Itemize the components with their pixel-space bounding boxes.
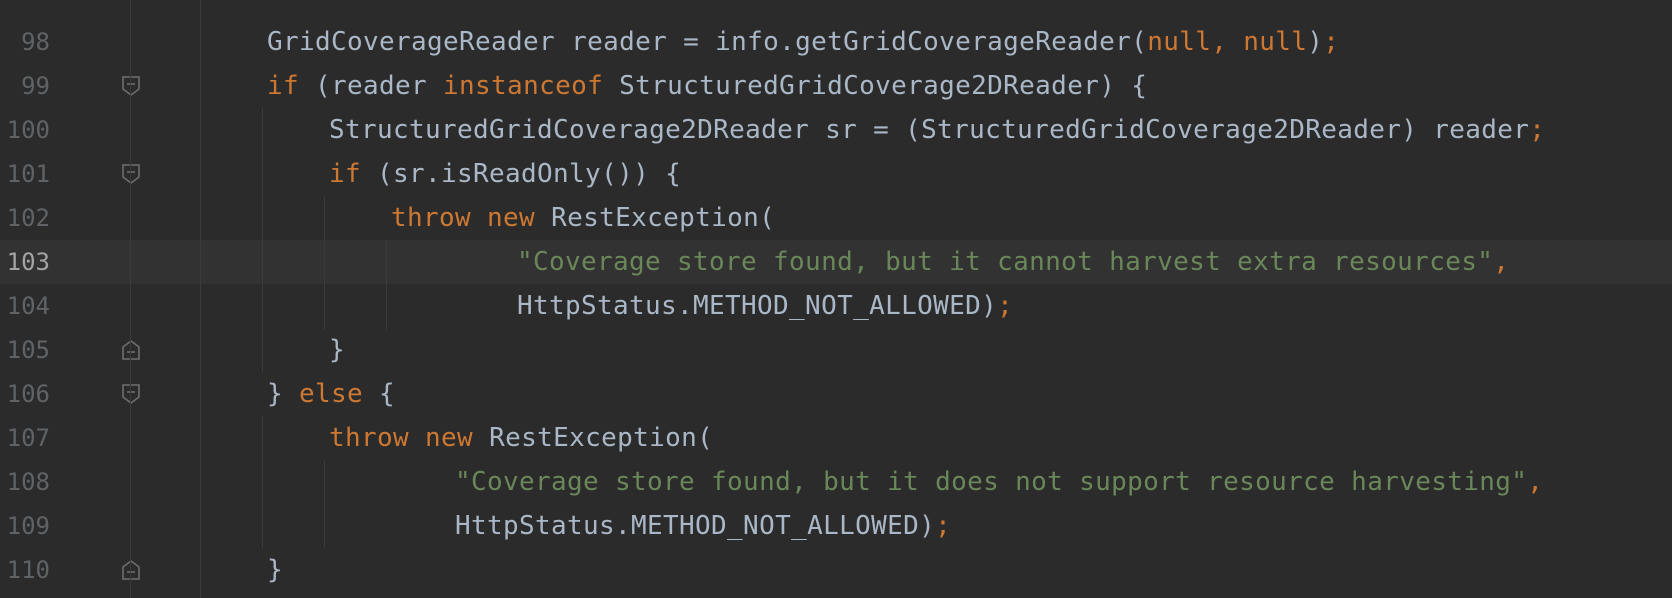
code-token: (sr.isReadOnly()) { xyxy=(361,159,682,189)
code-token: RestException( xyxy=(473,423,714,453)
string-token: "Coverage store found, but it does not s… xyxy=(455,467,1528,497)
keyword-token: ; xyxy=(935,511,952,541)
keyword-token: throw xyxy=(329,423,410,453)
code-token: } xyxy=(267,379,300,409)
code-line[interactable]: 108 "Coverage store found, but it does no… xyxy=(0,460,1672,504)
code-line[interactable]: 110} xyxy=(0,548,1672,592)
keyword-token: ; xyxy=(997,291,1014,321)
code-token: StructuredGridCoverage2DReader sr = (Str… xyxy=(329,115,1530,145)
keyword-token: else xyxy=(299,379,364,409)
code-text[interactable]: throw new RestException( xyxy=(329,416,713,460)
code-line[interactable]: 109 HttpStatus.METHOD_NOT_ALLOWED); xyxy=(0,504,1672,548)
code-line[interactable]: 107 throw new RestException( xyxy=(0,416,1672,460)
code-line[interactable]: 98 GridCoverageReader reader = info.getGr… xyxy=(0,20,1672,64)
code-text[interactable]: HttpStatus.METHOD_NOT_ALLOWED); xyxy=(455,504,951,548)
line-number[interactable]: 106 xyxy=(0,372,50,416)
code-text[interactable]: } xyxy=(329,328,345,372)
keyword-token: if xyxy=(267,71,300,101)
keyword-token: new xyxy=(487,203,536,233)
code-editor[interactable]: 98 GridCoverageReader reader = info.getGr… xyxy=(0,0,1672,598)
code-text[interactable]: } else { xyxy=(267,372,395,416)
code-token: ) xyxy=(1307,27,1324,57)
code-token: GridCoverageReader reader = info.getGrid… xyxy=(267,27,1148,57)
code-text[interactable]: throw new RestException( xyxy=(391,196,775,240)
code-line[interactable]: 100 StructuredGridCoverage2DReader sr = (… xyxy=(0,108,1672,152)
code-text[interactable]: StructuredGridCoverage2DReader sr = (Str… xyxy=(329,108,1545,152)
indent-guide xyxy=(262,108,263,372)
line-number[interactable]: 105 xyxy=(0,328,50,372)
code-text[interactable]: "Coverage store found, but it cannot har… xyxy=(517,240,1509,284)
line-number[interactable]: 104 xyxy=(0,284,50,328)
code-text[interactable]: HttpStatus.METHOD_NOT_ALLOWED); xyxy=(517,284,1013,328)
code-token: RestException( xyxy=(535,203,776,233)
line-number[interactable]: 100 xyxy=(0,108,50,152)
line-number[interactable]: 109 xyxy=(0,504,50,548)
fold-end-icon[interactable] xyxy=(121,559,141,581)
keyword-token: , xyxy=(1211,27,1244,57)
code-line[interactable]: 99 if (reader instanceof StructuredGridCo… xyxy=(0,64,1672,108)
line-number[interactable]: 99 xyxy=(0,64,50,108)
fold-start-icon[interactable] xyxy=(121,383,141,405)
code-text[interactable]: "Coverage store found, but it does not s… xyxy=(455,460,1543,504)
line-number[interactable]: 103 xyxy=(0,240,50,284)
code-token: { xyxy=(363,379,396,409)
line-number[interactable]: 107 xyxy=(0,416,50,460)
code-line[interactable]: 104 HttpStatus.METHOD_NOT_ALLOWED); xyxy=(0,284,1672,328)
indent-guide xyxy=(262,416,263,548)
indent-guide xyxy=(386,240,387,330)
code-token: HttpStatus.METHOD_NOT_ALLOWED) xyxy=(517,291,998,321)
code-token: HttpStatus.METHOD_NOT_ALLOWED) xyxy=(455,511,936,541)
code-token: } xyxy=(267,555,284,585)
line-number[interactable]: 98 xyxy=(0,20,50,64)
keyword-token: if xyxy=(329,159,362,189)
string-token: "Coverage store found, but it cannot har… xyxy=(517,247,1494,277)
keyword-token: , xyxy=(1527,467,1544,497)
keyword-token: null xyxy=(1243,27,1308,57)
fold-end-icon[interactable] xyxy=(121,339,141,361)
fold-start-icon[interactable] xyxy=(121,163,141,185)
line-number[interactable]: 108 xyxy=(0,460,50,504)
keyword-token: throw xyxy=(391,203,472,233)
line-number[interactable]: 102 xyxy=(0,196,50,240)
indent-guide xyxy=(324,460,325,548)
code-text[interactable]: if (sr.isReadOnly()) { xyxy=(329,152,681,196)
code-line[interactable]: 105} xyxy=(0,328,1672,372)
keyword-token: instanceof xyxy=(443,71,604,101)
line-number[interactable]: 110 xyxy=(0,548,50,592)
partial-line-number-97 xyxy=(0,0,60,4)
code-line[interactable]: 101 if (sr.isReadOnly()) { xyxy=(0,152,1672,196)
keyword-token: new xyxy=(425,423,474,453)
fold-gutter-line xyxy=(130,0,131,598)
keyword-token: , xyxy=(1493,247,1510,277)
code-line[interactable]: 106} else { xyxy=(0,372,1672,416)
line-number[interactable]: 101 xyxy=(0,152,50,196)
code-token: } xyxy=(329,335,346,365)
code-token: (reader xyxy=(299,71,444,101)
keyword-token: null xyxy=(1147,27,1212,57)
code-line-current[interactable]: 103 "Coverage store found, but it cannot … xyxy=(0,240,1672,284)
code-line[interactable]: 102 throw new RestException( xyxy=(0,196,1672,240)
code-text[interactable]: if (reader instanceof StructuredGridCove… xyxy=(267,64,1147,108)
code-text[interactable]: GridCoverageReader reader = info.getGrid… xyxy=(267,20,1339,64)
code-token: StructuredGridCoverage2DReader) { xyxy=(603,71,1148,101)
fold-start-icon[interactable] xyxy=(121,75,141,97)
keyword-token: ; xyxy=(1323,27,1340,57)
indent-guide xyxy=(200,0,201,598)
code-text[interactable]: } xyxy=(267,548,283,592)
indent-guide xyxy=(324,196,325,330)
keyword-token: ; xyxy=(1529,115,1546,145)
